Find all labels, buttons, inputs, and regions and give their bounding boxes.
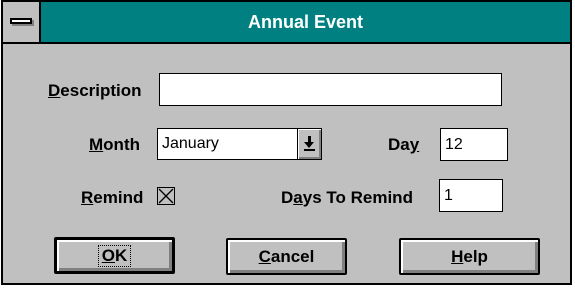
days-to-remind-input[interactable]: 1 (439, 179, 503, 212)
system-menu-icon (10, 18, 32, 24)
check-x-icon (158, 188, 174, 204)
day-label: Day (388, 135, 420, 154)
remind-checkbox[interactable] (157, 187, 175, 205)
month-label: Month (89, 135, 140, 154)
days-to-remind-label: Days To Remind (281, 188, 413, 207)
month-select[interactable]: January (157, 128, 322, 160)
annual-event-dialog: Annual Event Description Month January D… (1, 0, 572, 285)
title-bar: Annual Event (3, 2, 570, 44)
help-button[interactable]: Help (399, 238, 540, 275)
ok-button-label: OK (97, 245, 132, 267)
cancel-button-label: Cancel (258, 247, 315, 266)
ok-button[interactable]: OK (54, 237, 175, 274)
cancel-button[interactable]: Cancel (226, 238, 347, 275)
window-title: Annual Event (247, 12, 363, 32)
remind-label: Remind (81, 188, 144, 207)
help-button-label: Help (451, 247, 488, 266)
day-input[interactable]: 12 (440, 128, 508, 161)
description-input[interactable] (159, 73, 502, 106)
system-menu-button[interactable] (3, 2, 41, 42)
month-selected-value: January (162, 135, 219, 152)
month-dropdown-button[interactable] (297, 129, 321, 159)
description-label: Description (48, 81, 142, 100)
